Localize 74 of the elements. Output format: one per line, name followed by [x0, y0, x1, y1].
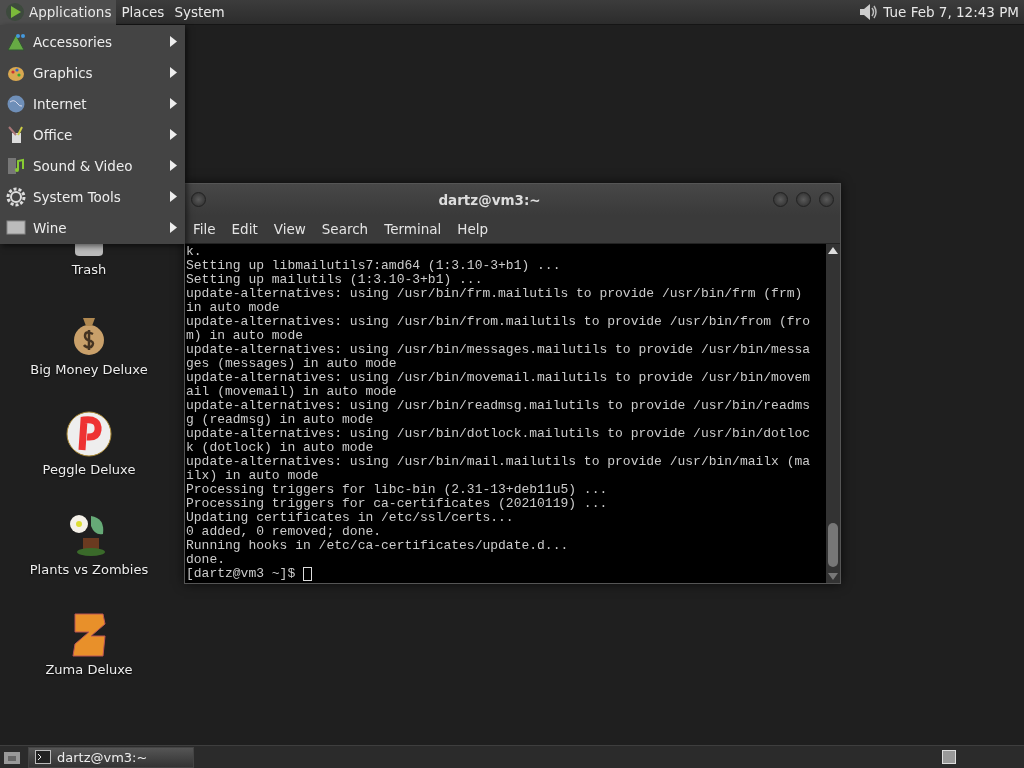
- terminal-line: update-alternatives: using /usr/bin/frm.mailutils to provide /usr/bin/frm (frm): [186, 287, 804, 301]
- taskbar-button[interactable]: dartz@vm3:~: [28, 746, 194, 768]
- menu-item[interactable]: Terminal: [378, 221, 452, 237]
- panel-menu[interactable]: Applications: [0, 0, 117, 25]
- clock[interactable]: Tue Feb 7, 12:43 PM: [879, 4, 1024, 20]
- film-music-icon: [6, 155, 26, 176]
- menu-item[interactable]: System Tools: [0, 181, 185, 212]
- terminal-line: Setting up mailutils (1:3.10-3+b1) ...: [186, 273, 484, 287]
- menu-item[interactable]: Search: [315, 221, 379, 237]
- submenu-arrow-icon: [170, 36, 177, 47]
- submenu-arrow-icon: [170, 191, 177, 202]
- terminal-line: Setting up libmailutils7:amd64 (1:3.10-3+b1) ...: [186, 259, 562, 273]
- volume-icon: [857, 1, 880, 23]
- window-menu-button[interactable]: [191, 192, 206, 207]
- terminal-line: k.: [186, 245, 203, 259]
- ball-logo-icon: [65, 410, 113, 458]
- terminal-line: update-alternatives: using /usr/bin/readmsg.mailutils to provide /usr/bin/readms: [186, 399, 812, 413]
- pencil-cup-icon: [6, 124, 26, 145]
- cursor: [303, 567, 313, 581]
- desktop-icon-label[interactable]: Zuma Deluxe: [45, 662, 133, 677]
- menu-item[interactable]: Edit: [225, 221, 268, 237]
- menu-item[interactable]: Accessories: [0, 26, 185, 57]
- gear-icon: [6, 186, 26, 207]
- desktop-icon-label[interactable]: Trash: [71, 262, 107, 277]
- terminal-line: update-alternatives: using /usr/bin/mail.mailutils to provide /usr/bin/mailx (ma: [186, 455, 812, 469]
- submenu-arrow-icon: [170, 67, 177, 78]
- terminal-line: update-alternatives: using /usr/bin/dotlock.mailutils to provide /usr/bin/dotloc: [186, 427, 812, 441]
- desktop-icon-label[interactable]: Plants vs Zombies: [29, 562, 149, 577]
- terminal-icon: [35, 750, 51, 764]
- minimize-button[interactable]: [773, 192, 788, 207]
- terminal-line: update-alternatives: using /usr/bin/from.mailutils to provide /usr/bin/from (fro: [186, 315, 812, 329]
- terminal-line: m) in auto mode: [186, 329, 305, 343]
- terminal-line: ail (movemail) in auto mode: [186, 385, 398, 399]
- desktop-icon-label[interactable]: Big Money Deluxe: [30, 362, 148, 377]
- terminal-line: ilx) in auto mode: [186, 469, 320, 483]
- terminal-line: update-alternatives: using /usr/bin/movemail.mailutils to provide /usr/bin/movem: [186, 371, 812, 385]
- scrollbar-thumb[interactable]: [828, 523, 838, 567]
- terminal-line: in auto mode: [186, 301, 281, 315]
- terminal-line: Processing triggers for libc-bin (2.31-13+deb11u5) ...: [186, 483, 609, 497]
- terminal-line: ges (messages) in auto mode: [186, 357, 398, 371]
- close-button[interactable]: [819, 192, 834, 207]
- desktop-icon-label[interactable]: Peggle Deluxe: [42, 462, 136, 477]
- menu-item[interactable]: File: [187, 221, 226, 237]
- scroll-down-icon: [828, 573, 838, 580]
- menu-item[interactable]: Graphics: [0, 57, 185, 88]
- menu-item[interactable]: Wine: [0, 212, 185, 243]
- submenu-arrow-icon: [170, 222, 177, 233]
- window-title: dartz@vm3:~: [437, 191, 542, 208]
- submenu-arrow-icon: [170, 129, 177, 140]
- menu-item[interactable]: View: [267, 221, 316, 237]
- terminal-line: Processing triggers for ca-certificates (20210119) ...: [186, 497, 609, 511]
- terminal-prompt: [dartz@vm3 ~]$: [186, 566, 297, 581]
- menu-item[interactable]: Internet: [0, 88, 185, 119]
- panel-menu[interactable]: Places: [116, 0, 170, 25]
- menu-item[interactable]: Help: [451, 221, 499, 237]
- panel-menu[interactable]: System: [169, 0, 230, 25]
- terminal-line: Running hooks in /etc/ca-certificates/update.d...: [186, 539, 570, 553]
- submenu-arrow-icon: [170, 98, 177, 109]
- terminal-line: k (dotlock) in auto mode: [186, 441, 375, 455]
- foot-logo-icon: [5, 2, 25, 22]
- terminal-line: g (readmsg) in auto mode: [186, 413, 375, 427]
- globe-icon: [6, 93, 26, 114]
- terminal-line: update-alternatives: using /usr/bin/messages.mailutils to provide /usr/bin/messa: [186, 343, 812, 357]
- menu-item[interactable]: Office: [0, 119, 185, 150]
- terminal-line: 0 added, 0 removed; done.: [186, 525, 383, 539]
- maximize-button[interactable]: [796, 192, 811, 207]
- scroll-up-icon: [828, 247, 838, 254]
- terminal-line: done.: [186, 553, 226, 567]
- scrollbar[interactable]: [826, 244, 840, 583]
- monitor-icon: [6, 217, 26, 238]
- submenu-arrow-icon: [170, 160, 177, 171]
- menu-item[interactable]: Sound & Video: [0, 150, 185, 181]
- workspace-switcher[interactable]: [942, 750, 956, 764]
- terminal-line: Updating certificates in /etc/ssl/certs...: [186, 511, 515, 525]
